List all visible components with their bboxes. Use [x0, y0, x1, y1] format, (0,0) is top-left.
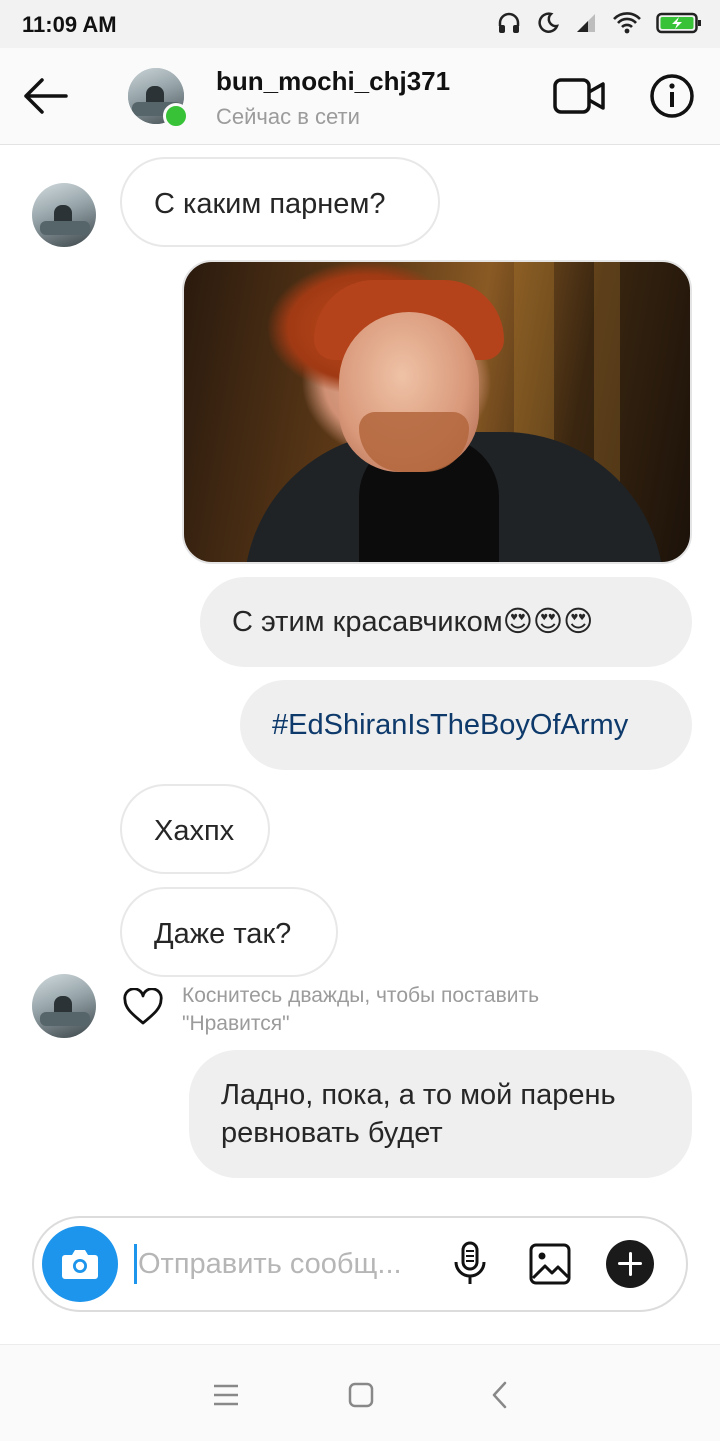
- moon-icon: [536, 11, 560, 40]
- message-photo[interactable]: [182, 260, 692, 564]
- status-bar: 11:09 AM: [0, 0, 720, 48]
- camera-icon: [62, 1250, 98, 1279]
- home-button[interactable]: [341, 1375, 381, 1415]
- more-options-plus-button[interactable]: [606, 1240, 654, 1288]
- menu-icon: [214, 1384, 238, 1406]
- message-input[interactable]: [138, 1240, 424, 1288]
- message-bubble-in[interactable]: С каким парнем?: [120, 157, 440, 247]
- video-call-button[interactable]: [552, 76, 608, 116]
- back-button[interactable]: [18, 72, 78, 120]
- nav-back-button[interactable]: [480, 1375, 520, 1415]
- text-caret: [134, 1244, 137, 1284]
- video-camera-icon: [553, 78, 605, 114]
- double-tap-like-hint: Коснитесь дважды, чтобы поставить "Нрави…: [182, 984, 540, 1035]
- home-square-icon: [348, 1382, 374, 1408]
- presence-status: Сейчас в сети: [216, 104, 360, 129]
- voice-message-button[interactable]: [450, 1240, 490, 1288]
- message-bubble-in[interactable]: Хахпх: [120, 784, 270, 874]
- online-status-dot: [163, 103, 189, 129]
- info-button[interactable]: [648, 72, 696, 120]
- status-time: 11:09 AM: [22, 12, 117, 37]
- contact-username[interactable]: bun_mochi_chj371: [216, 66, 450, 97]
- chat-header: bun_mochi_chj371 Сейчас в сети: [0, 48, 720, 145]
- battery-charging-icon: [656, 11, 702, 40]
- system-nav-bar: [0, 1344, 720, 1441]
- status-icons: [496, 10, 702, 41]
- menu-button[interactable]: [206, 1375, 246, 1415]
- signal-icon: [574, 11, 598, 40]
- image-icon: [529, 1243, 571, 1285]
- headphones-icon: [496, 10, 522, 41]
- message-bubble-hashtag[interactable]: #EdShiranIsTheBoyOfArmy: [240, 680, 692, 770]
- wifi-icon: [612, 11, 642, 40]
- microphone-icon: [454, 1241, 486, 1284]
- camera-button[interactable]: [42, 1226, 118, 1302]
- gallery-button[interactable]: [528, 1242, 572, 1286]
- message-bubble-out[interactable]: Ладно, пока, а то мой парень ревновать б…: [189, 1050, 692, 1178]
- heart-icon: [123, 987, 163, 1025]
- back-arrow-icon: [24, 78, 68, 114]
- sender-avatar[interactable]: [32, 183, 96, 247]
- message-bubble-out[interactable]: С этим красавчиком😍😍😍: [200, 577, 692, 667]
- back-chevron-icon: [492, 1381, 507, 1409]
- heart-like-button[interactable]: [122, 987, 164, 1026]
- info-icon: [650, 74, 694, 118]
- sender-avatar[interactable]: [32, 974, 96, 1038]
- message-bubble-in[interactable]: Даже так?: [120, 887, 338, 977]
